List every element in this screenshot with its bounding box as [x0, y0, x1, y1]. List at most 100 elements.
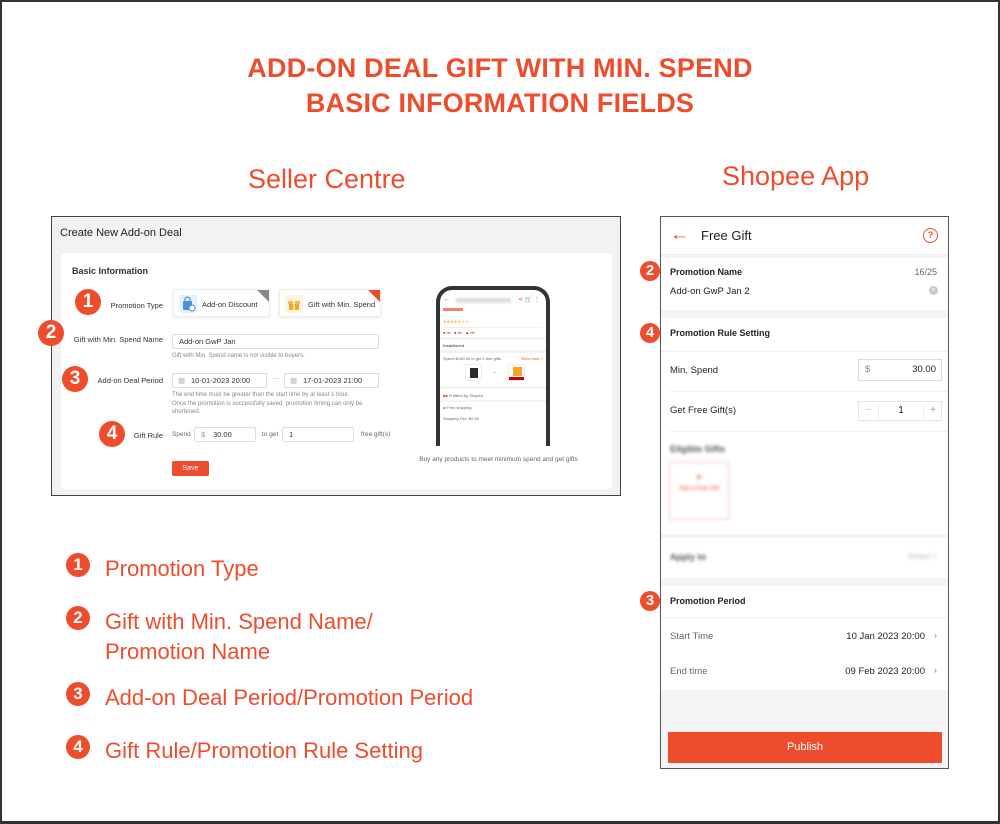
badge-4-seller: 4 [99, 421, 125, 447]
gift-name-label: Gift with Min. Spend Name [73, 335, 163, 344]
legend-item-2: 2 Gift with Min. Spend Name/ Promotion N… [66, 606, 373, 664]
apply-to-section: Apply to Select > [661, 538, 948, 578]
preview-view-more: View more > [520, 356, 543, 361]
preview-installment: Installment [443, 343, 465, 348]
end-time-value[interactable]: 09 Feb 2023 20:00 [845, 666, 925, 677]
end-time-label: End time [670, 666, 708, 677]
apply-to-value[interactable]: Select > [908, 552, 937, 561]
create-deal-title: Create New Add-on Deal [60, 227, 182, 239]
promotion-type-gift-with-min-spend[interactable]: Gift with Min. Spend [279, 289, 381, 317]
shopping-bag-icon [179, 295, 197, 313]
badge-2-app: 2 [640, 261, 660, 281]
legend-text: Gift Rule/Promotion Rule Setting [105, 738, 423, 763]
shopee-app-panel: ← Free Gift ? Promotion Name 16/25 Add-o… [660, 216, 949, 769]
min-spend-value: 30.00 [912, 364, 936, 375]
apply-to-label: Apply to [670, 552, 706, 562]
gift-count-input[interactable]: 1 [282, 427, 354, 442]
get-free-gifts-label: Get Free Gift(s) [670, 405, 736, 416]
seller-centre-panel: Create New Add-on Deal Basic Information… [51, 216, 621, 496]
gift-rule-label: Gift Rule [133, 431, 163, 440]
start-time-value[interactable]: 10 Jan 2023 20:00 [846, 631, 925, 642]
end-date-value: 17-01-2023 21:00 [303, 376, 363, 385]
phone-preview: ← ⋖ 🛒 ⋮ ★★★★★ 4.9 ● ▪▪▪ ● ▪▪▪ ▲ ▪▪▪ Inst… [436, 286, 550, 446]
arrow-left-icon[interactable]: ← [670, 225, 689, 245]
unselected-corner-check-icon [257, 290, 269, 302]
badge-3-app: 3 [640, 591, 660, 611]
preview-fulfilled: ■■ Fulfilled by Shopee [443, 393, 483, 398]
publish-button[interactable]: Publish [668, 732, 942, 763]
end-date-input[interactable]: ▦ 17-01-2023 21:00 [284, 373, 379, 388]
gift-icon [285, 295, 303, 313]
badge-3-seller: 3 [62, 366, 88, 392]
start-time-label: Start Time [670, 631, 714, 642]
basic-info-card: Basic Information Promotion Type Add-on … [61, 253, 612, 489]
seller-centre-heading: Seller Centre [248, 164, 406, 194]
spend-value: 30.00 [213, 430, 232, 439]
legend-badge: 2 [66, 606, 90, 630]
legend-item-3: 3 Add-on Deal Period/Promotion Period [66, 682, 473, 710]
preview-price [443, 308, 463, 311]
badge-2-seller: 2 [38, 320, 64, 346]
calendar-icon: ▦ [290, 376, 298, 385]
page-title-line2: BASIC INFORMATION FIELDS [305, 88, 695, 118]
app-title: Free Gift [701, 228, 752, 243]
promotion-name-label: Promotion Name [670, 267, 743, 277]
to-get-label: to get [262, 431, 279, 438]
legend-text: Add-on Deal Period/Promotion Period [105, 685, 474, 710]
preview-share-cart-icons: ⋖ 🛒 ⋮ [518, 297, 540, 303]
page-title-line1: ADD-ON DEAL GIFT WITH MIN. SPEND [247, 53, 753, 83]
add-gift-tile[interactable]: + Add a Free Gift [669, 462, 729, 520]
calendar-icon: ▦ [178, 376, 186, 385]
badge-4-app: 4 [640, 323, 660, 343]
period-hint-2: Once the promotion is successfully saved… [172, 401, 363, 415]
currency-symbol: $ [201, 430, 206, 439]
gift-quantity-stepper[interactable]: − 1 + [858, 401, 942, 421]
gift-name-input[interactable]: Add-on GwP Jan [172, 334, 379, 349]
preview-rating-stars: ★★★★★ 4.9 [443, 319, 468, 324]
clear-icon[interactable]: × [929, 286, 938, 295]
promotion-type-add-on-discount[interactable]: Add-on Discount [173, 289, 270, 317]
legend-badge: 1 [66, 553, 90, 577]
promotion-type-label: Promotion Type [110, 301, 163, 310]
preview-caption: Buy any products to meet minimum spend a… [419, 456, 578, 463]
gift-quantity-value[interactable]: 1 [879, 405, 923, 416]
rule-setting-title: Promotion Rule Setting [670, 328, 770, 338]
basic-info-title: Basic Information [72, 266, 149, 276]
minus-button[interactable]: − [859, 403, 879, 419]
preview-shipping-fee: Shipping Fee: $0.00 [443, 416, 479, 421]
legend-badge: 4 [66, 735, 90, 759]
chevron-right-icon: › [933, 630, 937, 641]
promotion-type-label-text: Add-on Discount [202, 300, 258, 309]
gift-name-hint: Gift with Min. Spend name is not visible… [172, 353, 305, 359]
legend-text: Gift with Min. Spend Name/ [105, 609, 373, 634]
preview-search-bar [456, 298, 511, 303]
start-date-value: 10-01-2023 20:00 [191, 376, 251, 385]
free-gifts-suffix: free gift(s) [361, 431, 391, 438]
shopee-app-heading: Shopee App [722, 161, 870, 191]
question-circle-icon[interactable]: ? [923, 228, 938, 243]
promotion-name-input[interactable]: Add-on GwP Jan 2 [670, 286, 750, 297]
legend-item-1: 1 Promotion Type [66, 553, 259, 581]
spend-input[interactable]: $ 30.00 [194, 427, 256, 442]
promotion-type-label-text: Gift with Min. Spend [308, 300, 376, 309]
legend-item-4: 4 Gift Rule/Promotion Rule Setting [66, 735, 423, 763]
promotion-name-section: Promotion Name 16/25 Add-on GwP Jan 2 × [661, 258, 948, 310]
currency-symbol: $ [865, 364, 871, 375]
legend-text: Promotion Type [105, 556, 259, 581]
spend-label: Spend [172, 431, 191, 438]
min-spend-input[interactable]: $ 30.00 [858, 359, 942, 381]
period-hint-1: The end time must be greater than the st… [172, 392, 350, 398]
selected-corner-check-icon [368, 290, 380, 302]
save-button[interactable]: Save [172, 461, 209, 476]
promotion-name-counter: 16/25 [914, 267, 937, 277]
chevron-right-icon: › [933, 665, 937, 676]
preview-product-thumb [465, 364, 482, 381]
start-date-input[interactable]: ▦ 10-01-2023 20:00 [172, 373, 267, 388]
badge-1-seller: 1 [75, 289, 101, 315]
rule-setting-section: Promotion Rule Setting Min. Spend Get Fr… [661, 318, 948, 534]
date-separator: — [273, 375, 280, 382]
deal-period-label: Add-on Deal Period [97, 376, 163, 385]
plus-button[interactable]: + [923, 403, 942, 419]
preview-guarantees: ● ▪▪▪ ● ▪▪▪ ▲ ▪▪▪ [443, 330, 475, 335]
promotion-period-title: Promotion Period [670, 596, 746, 606]
